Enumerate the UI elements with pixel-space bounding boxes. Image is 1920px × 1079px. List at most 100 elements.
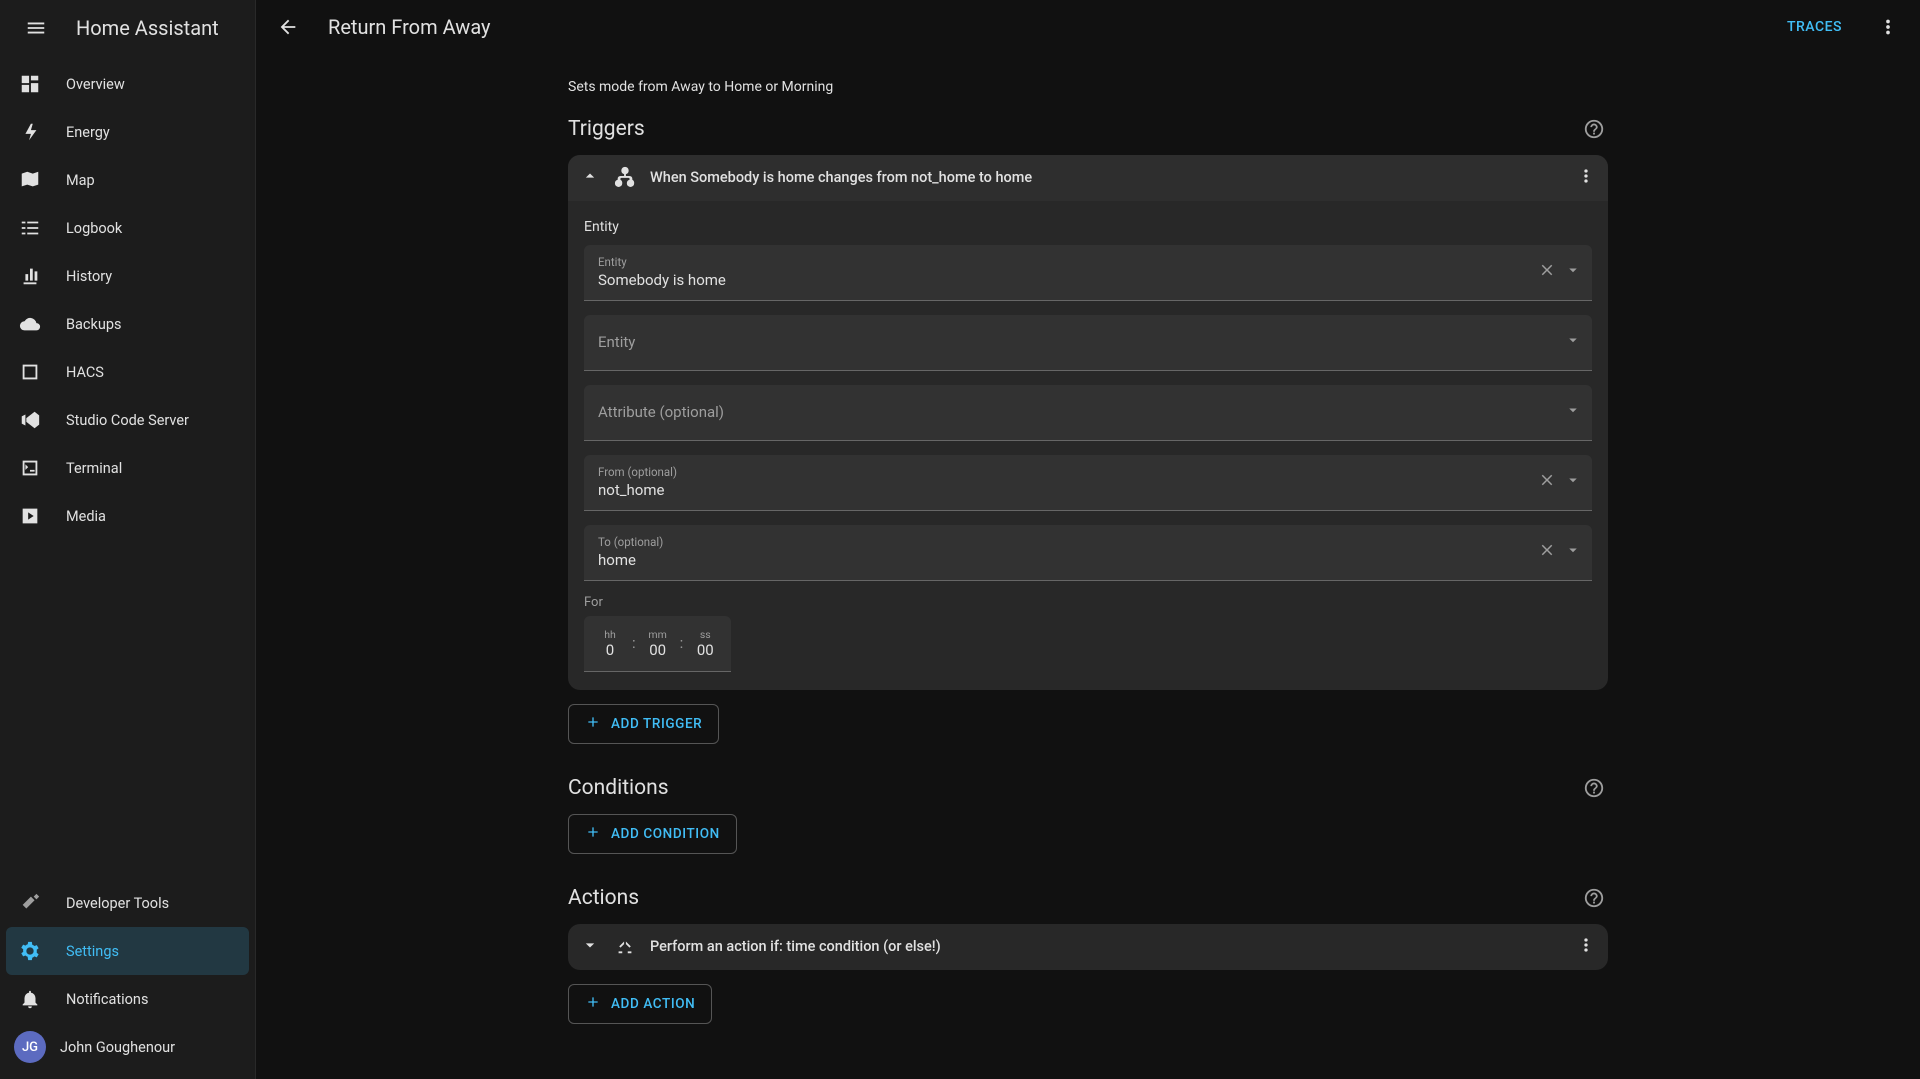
- field-label: Attribute (optional): [598, 403, 1578, 421]
- sidebar-item-code-server[interactable]: Studio Code Server: [6, 396, 249, 444]
- bell-icon: [18, 988, 42, 1010]
- help-icon[interactable]: [1580, 115, 1608, 143]
- for-hh[interactable]: hh 0: [596, 628, 624, 659]
- help-icon[interactable]: [1580, 774, 1608, 802]
- help-icon[interactable]: [1580, 884, 1608, 912]
- sidebar-item-label: Studio Code Server: [66, 412, 189, 429]
- sidebar-item-user[interactable]: JG John Goughenour: [6, 1023, 249, 1071]
- overflow-icon[interactable]: [1868, 7, 1908, 47]
- sidebar-bottom: Developer Tools Settings Notifications J…: [0, 875, 255, 1079]
- time-val: 00: [649, 641, 666, 659]
- plus-icon: [585, 714, 601, 734]
- list-icon: [18, 217, 42, 239]
- sidebar-item-overview[interactable]: Overview: [6, 60, 249, 108]
- sidebar-item-hacs[interactable]: HACS: [6, 348, 249, 396]
- button-label: ADD TRIGGER: [611, 716, 702, 732]
- chevron-down-icon: [580, 935, 600, 959]
- sidebar-item-terminal[interactable]: Terminal: [6, 444, 249, 492]
- plus-icon: [585, 824, 601, 844]
- clear-icon[interactable]: [1538, 261, 1556, 283]
- sidebar-item-logbook[interactable]: Logbook: [6, 204, 249, 252]
- dropdown-icon[interactable]: [1564, 401, 1582, 423]
- add-condition-button[interactable]: ADD CONDITION: [568, 814, 737, 854]
- sidebar-item-history[interactable]: History: [6, 252, 249, 300]
- dashboard-icon: [18, 73, 42, 95]
- sidebar-item-label: Terminal: [66, 460, 122, 477]
- hacs-icon: [18, 361, 42, 383]
- dropdown-icon[interactable]: [1564, 541, 1582, 563]
- action-card: Perform an action if: time condition (or…: [568, 924, 1608, 970]
- attribute-field[interactable]: Attribute (optional): [584, 385, 1592, 441]
- entity-field-2[interactable]: Entity: [584, 315, 1592, 371]
- section-title: Actions: [568, 886, 639, 910]
- sidebar-item-label: Logbook: [66, 220, 122, 237]
- sidebar-item-map[interactable]: Map: [6, 156, 249, 204]
- sidebar: Home Assistant Overview Energy Map Logbo…: [0, 0, 256, 1079]
- add-trigger-button[interactable]: ADD TRIGGER: [568, 704, 719, 744]
- user-name: John Goughenour: [60, 1039, 175, 1056]
- content: Sets mode from Away to Home or Morning T…: [256, 55, 1920, 1079]
- field-value: Somebody is home: [598, 271, 1578, 289]
- colon: :: [680, 634, 684, 652]
- sidebar-item-devtools[interactable]: Developer Tools: [6, 879, 249, 927]
- field-label: From (optional): [598, 465, 1578, 479]
- colon: :: [632, 634, 636, 652]
- field-label: To (optional): [598, 535, 1578, 549]
- sidebar-item-energy[interactable]: Energy: [6, 108, 249, 156]
- state-icon: [614, 165, 636, 191]
- nav-list: Overview Energy Map Logbook History Back…: [0, 56, 255, 875]
- dropdown-icon[interactable]: [1564, 471, 1582, 493]
- sidebar-item-label: Backups: [66, 316, 121, 333]
- sidebar-item-backups[interactable]: Backups: [6, 300, 249, 348]
- sidebar-item-notifications[interactable]: Notifications: [6, 975, 249, 1023]
- sidebar-item-label: HACS: [66, 364, 104, 381]
- section-title: Conditions: [568, 776, 669, 800]
- plus-icon: [585, 994, 601, 1014]
- for-ss[interactable]: ss 00: [691, 628, 719, 659]
- section-header-triggers: Triggers: [568, 115, 1608, 143]
- for-time-field[interactable]: hh 0 : mm 00 : ss 00: [584, 616, 731, 672]
- trigger-card-body: Entity Entity Somebody is home Entity: [568, 201, 1608, 690]
- menu-icon[interactable]: [16, 8, 56, 48]
- clear-icon[interactable]: [1538, 471, 1556, 493]
- automation-description: Sets mode from Away to Home or Morning: [568, 79, 1608, 95]
- sidebar-item-label: History: [66, 268, 112, 285]
- overflow-icon[interactable]: [1576, 935, 1596, 959]
- entity-field[interactable]: Entity Somebody is home: [584, 245, 1592, 301]
- cloud-icon: [18, 313, 42, 335]
- dropdown-icon[interactable]: [1564, 331, 1582, 353]
- overflow-icon[interactable]: [1576, 166, 1596, 190]
- field-value: home: [598, 551, 1578, 569]
- sidebar-item-label: Media: [66, 508, 106, 525]
- chart-icon: [18, 265, 42, 287]
- topbar: Return From Away TRACES: [256, 0, 1920, 55]
- section-header-conditions: Conditions: [568, 774, 1608, 802]
- clear-icon[interactable]: [1538, 541, 1556, 563]
- traces-link[interactable]: TRACES: [1787, 19, 1842, 35]
- from-field[interactable]: From (optional) not_home: [584, 455, 1592, 511]
- for-mm[interactable]: mm 00: [644, 628, 672, 659]
- trigger-card: When Somebody is home changes from not_h…: [568, 155, 1608, 690]
- sidebar-item-media[interactable]: Media: [6, 492, 249, 540]
- gear-icon: [18, 940, 42, 962]
- play-icon: [18, 505, 42, 527]
- trigger-summary: When Somebody is home changes from not_h…: [650, 169, 1562, 186]
- field-label: Entity: [598, 255, 1578, 269]
- sidebar-item-label: Map: [66, 172, 95, 189]
- add-action-button[interactable]: ADD ACTION: [568, 984, 712, 1024]
- time-unit: ss: [700, 628, 711, 641]
- code-icon: [18, 409, 42, 431]
- action-summary: Perform an action if: time condition (or…: [650, 938, 1562, 955]
- to-field[interactable]: To (optional) home: [584, 525, 1592, 581]
- terminal-icon: [18, 457, 42, 479]
- dropdown-icon[interactable]: [1564, 261, 1582, 283]
- map-icon: [18, 169, 42, 191]
- action-card-header[interactable]: Perform an action if: time condition (or…: [568, 924, 1608, 970]
- hammer-icon: [18, 892, 42, 914]
- back-icon[interactable]: [268, 7, 308, 47]
- trigger-card-header[interactable]: When Somebody is home changes from not_h…: [568, 155, 1608, 201]
- field-value: not_home: [598, 481, 1578, 499]
- sidebar-item-settings[interactable]: Settings: [6, 927, 249, 975]
- time-val: 0: [606, 641, 614, 659]
- avatar: JG: [14, 1031, 46, 1063]
